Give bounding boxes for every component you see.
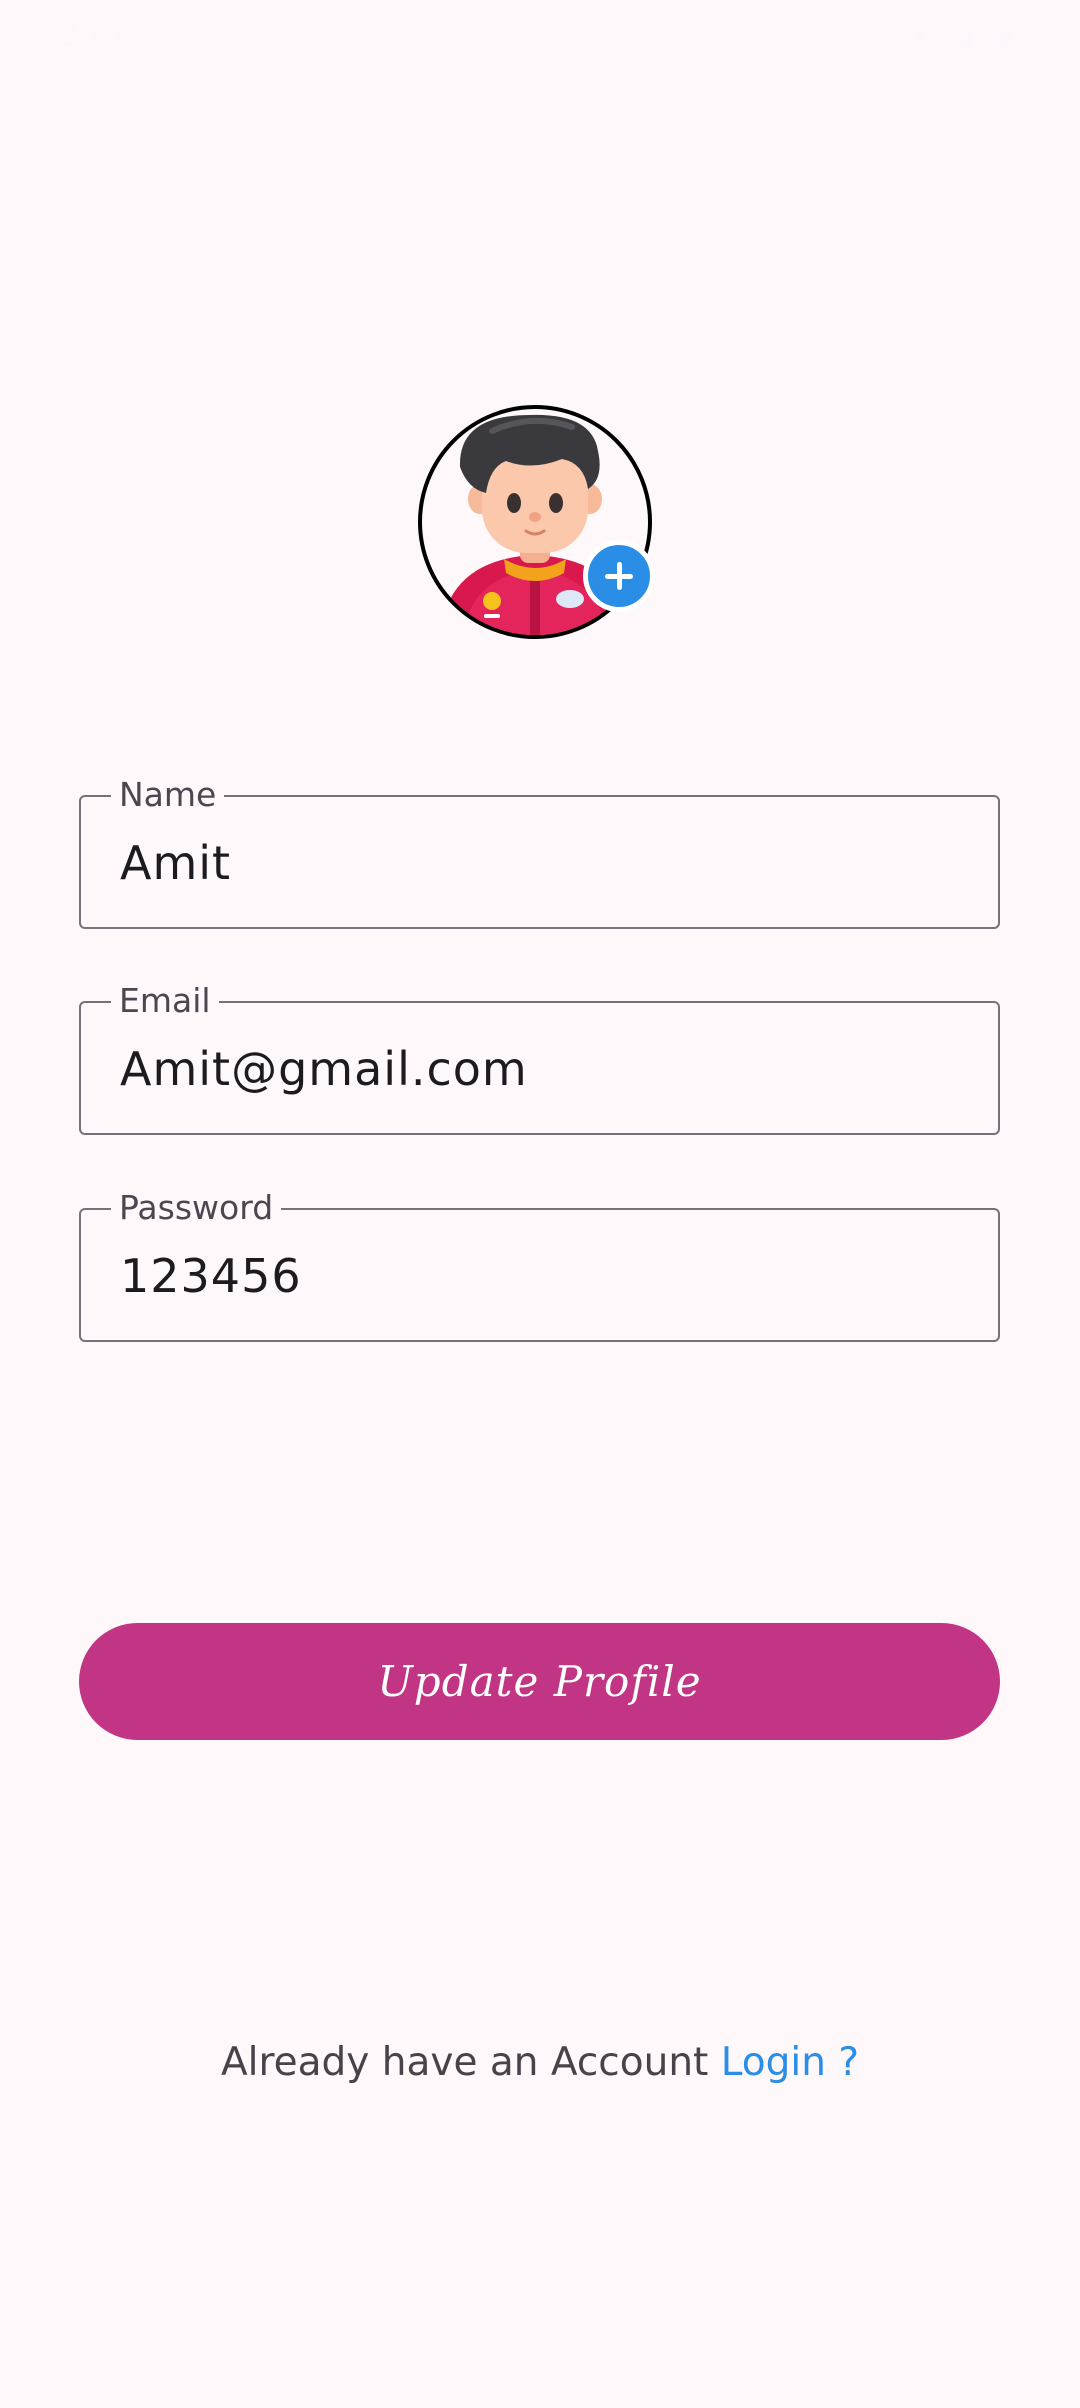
name-label: Name [111,773,225,817]
password-input[interactable]: 123456 [120,1246,302,1306]
login-link[interactable]: Login ? [721,2040,859,2085]
name-field[interactable]: Name Amit [79,773,1000,929]
update-profile-button[interactable]: Update Profile [79,1623,1000,1740]
status-time: 9:41 [60,18,128,53]
email-input[interactable]: Amit@gmail.com [120,1039,528,1099]
footer-login-prompt: Already have an Account Login ? [0,2030,1080,2096]
email-label: Email [111,979,219,1023]
email-field[interactable]: Email Amit@gmail.com [79,979,1000,1135]
add-photo-button[interactable] [583,540,655,612]
status-bar: 9:41 ▾ ◢ ▮ [0,0,1080,70]
password-field[interactable]: Password 123456 [79,1186,1000,1342]
profile-avatar-container[interactable] [418,405,658,645]
name-input[interactable]: Amit [120,833,231,893]
status-icons: ▾ ◢ ▮ [911,18,1020,51]
password-label: Password [111,1186,282,1230]
footer-text: Already have an Account [220,2040,709,2085]
